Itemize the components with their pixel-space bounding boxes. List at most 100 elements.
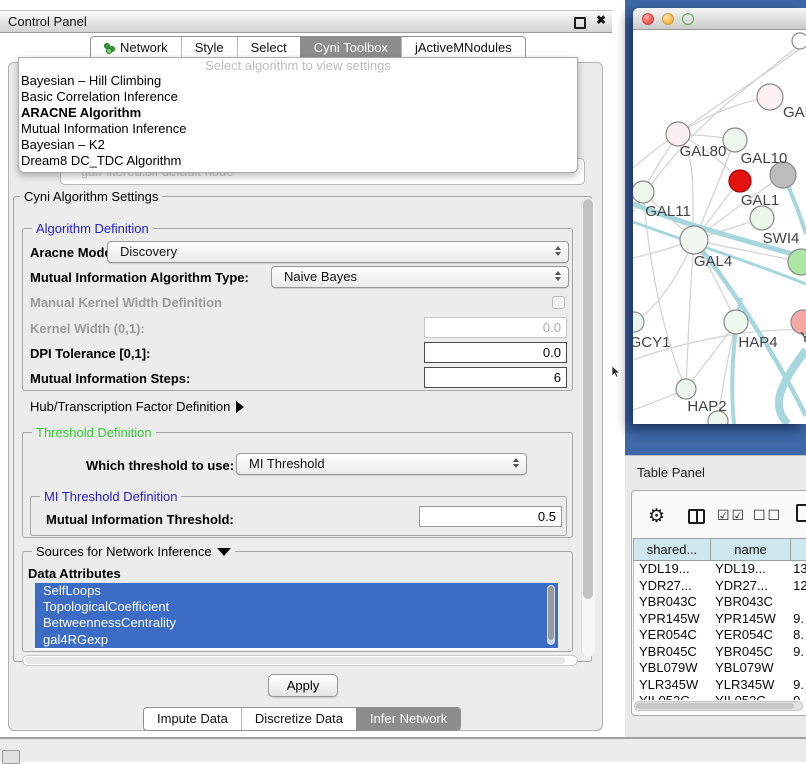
close-icon[interactable]: ✖	[596, 13, 606, 27]
table-row[interactable]: YDR27...YDR27...12	[634, 578, 806, 595]
table-row[interactable]: YPR145WYPR145W9.	[634, 611, 806, 628]
column-header-name[interactable]: name	[711, 539, 791, 560]
node-label-gal1: GAL1	[741, 192, 779, 209]
settings-scrollbar-thumb[interactable]	[583, 199, 593, 599]
table-hscrollbar-thumb[interactable]	[636, 703, 794, 709]
menu-item-mutual-information[interactable]: Mutual Information Inference	[19, 121, 577, 137]
deselect-all-checkboxes-icon[interactable]: ☐☐	[753, 507, 782, 524]
attribute-topologicalcoefficient[interactable]: TopologicalCoefficient	[35, 599, 558, 615]
zoom-traffic-light-icon[interactable]	[682, 13, 694, 25]
tab-jactivemnodules[interactable]: jActiveMNodules	[401, 37, 525, 59]
tab-cyni-toolbox[interactable]: Cyni Toolbox	[300, 37, 401, 59]
select-all-checkboxes-icon[interactable]: ☑☑	[717, 507, 746, 524]
menu-item-dream8[interactable]: Dream8 DC_TDC Algorithm	[19, 153, 577, 169]
tab-network[interactable]: Network	[91, 37, 181, 59]
combo-stepper-icon	[555, 246, 561, 256]
mi-algorithm-type-label: Mutual Information Algorithm Type:	[30, 270, 249, 285]
attributes-scrollbar-thumb[interactable]	[548, 586, 554, 640]
node-label-hap2: HAP2	[687, 398, 726, 415]
split-columns-icon[interactable]	[688, 509, 705, 524]
tab-impute-data[interactable]: Impute Data	[144, 708, 241, 730]
mi-algorithm-type-combo[interactable]: Naive Bayes	[271, 266, 569, 288]
network-window-titlebar[interactable]	[633, 8, 806, 30]
attributes-scrollbar[interactable]	[547, 585, 555, 645]
mouse-cursor-icon	[611, 366, 621, 379]
node-label-gal7-clipped: GAL7	[783, 104, 806, 121]
aracne-mode-combo[interactable]: Discovery	[107, 241, 569, 263]
node-gal11[interactable]	[633, 181, 654, 203]
table-header-row: shared... name	[633, 538, 806, 561]
aracne-mode-value: Discovery	[120, 244, 177, 259]
table-hscrollbar[interactable]	[634, 701, 803, 711]
tab-network-label: Network	[120, 37, 168, 59]
new-table-icon[interactable]	[796, 504, 806, 522]
network-canvas[interactable]: GAL80 GAL10 GAL1 GAL11 SWI4 GAL4 GCY1 HA…	[633, 30, 806, 424]
tab-infer-network[interactable]: Infer Network	[356, 708, 460, 730]
sources-group-title[interactable]: Sources for Network Inference	[32, 544, 235, 559]
gear-icon[interactable]: ⚙	[648, 505, 665, 528]
attribute-betweennesscentrality[interactable]: BetweennessCentrality	[35, 615, 558, 631]
settings-hscrollbar-thumb[interactable]	[25, 657, 565, 664]
close-traffic-light-icon[interactable]	[642, 13, 654, 25]
mi-threshold-definition-title: MI Threshold Definition	[40, 489, 181, 504]
dpi-tolerance-label: DPI Tolerance [0,1]:	[30, 346, 150, 361]
node-gal7[interactable]	[757, 84, 783, 110]
table-row[interactable]: YLR345WYLR345W9.	[634, 677, 806, 694]
node-label-gal80: GAL80	[680, 143, 727, 160]
combo-stepper-icon	[555, 271, 561, 281]
data-attributes-list: SelfLoops TopologicalCoefficient Between…	[35, 583, 558, 650]
which-threshold-label: Which threshold to use:	[86, 458, 234, 473]
dpi-tolerance-field[interactable]: 0.0	[424, 342, 567, 363]
settings-hscrollbar[interactable]	[22, 655, 578, 666]
node-swi4[interactable]	[750, 206, 774, 230]
table-row[interactable]: YBR043CYBR043C	[634, 594, 806, 611]
hub-definition-label: Hub/Transcription Factor Definition	[30, 399, 230, 414]
table-row[interactable]: YDL19...YDL19...13	[634, 561, 806, 578]
column-header-shared[interactable]: shared...	[634, 539, 711, 560]
table-row[interactable]: YIL052CYIL052C9	[634, 693, 806, 700]
settings-scrollbar[interactable]	[581, 198, 595, 657]
table-row[interactable]: YBL079WYBL079W	[634, 660, 806, 677]
mi-steps-label: Mutual Information Steps:	[30, 371, 190, 386]
column-header-clipped[interactable]	[791, 539, 806, 560]
bottom-strip	[0, 739, 806, 762]
node-label-gal4: GAL4	[694, 253, 732, 270]
control-panel-titlebar: Control Panel ✖	[0, 10, 612, 33]
minimize-traffic-light-icon[interactable]	[662, 13, 674, 25]
which-threshold-value: MI Threshold	[249, 456, 325, 471]
menu-item-basic-correlation[interactable]: Basic Correlation Inference	[19, 89, 577, 105]
manual-kernel-checkbox[interactable]	[552, 296, 565, 309]
menu-item-bayesian-hill-climbing[interactable]: Bayesian – Hill Climbing	[19, 73, 577, 89]
control-panel-title: Control Panel	[8, 14, 87, 29]
apply-button[interactable]: Apply	[268, 674, 338, 697]
menu-item-aracne[interactable]: ARACNE Algorithm	[19, 105, 577, 121]
hub-definition-toggle[interactable]: Hub/Transcription Factor Definition	[30, 399, 244, 414]
node-gal4[interactable]	[680, 226, 708, 254]
node-gal1-selected-red[interactable]	[729, 170, 751, 192]
aracne-mode-label: Aracne Mode:	[30, 245, 116, 260]
node-hap2[interactable]	[676, 379, 696, 399]
table-rows: YDL19...YDL19...13 YDR27...YDR27...12 YB…	[633, 561, 806, 700]
which-threshold-combo[interactable]: MI Threshold	[236, 453, 527, 475]
network-view-window[interactable]: GAL80 GAL10 GAL1 GAL11 SWI4 GAL4 GCY1 HA…	[633, 8, 806, 424]
node-label-gcy1: GCY1	[633, 334, 670, 351]
node-hap4[interactable]	[724, 310, 748, 334]
table-row[interactable]: YBR045CYBR045C9.	[634, 644, 806, 661]
mi-steps-field[interactable]: 6	[424, 367, 567, 388]
float-window-icon[interactable]	[574, 17, 586, 29]
attribute-selfloops[interactable]: SelfLoops	[35, 583, 558, 599]
tab-discretize-data[interactable]: Discretize Data	[241, 708, 356, 730]
tab-style[interactable]: Style	[181, 37, 237, 59]
tab-select[interactable]: Select	[237, 37, 300, 59]
node-gcy1[interactable]	[633, 312, 644, 332]
node-gal10[interactable]	[723, 128, 747, 152]
kernel-width-field[interactable]: 0.0	[424, 317, 567, 338]
node-label-hap4: HAP4	[738, 334, 777, 351]
combo-stepper-icon	[513, 458, 519, 468]
mi-threshold-field[interactable]: 0.5	[419, 506, 562, 527]
menu-item-bayesian-k2[interactable]: Bayesian – K2	[19, 137, 577, 153]
node-unnamed-top[interactable]	[792, 33, 806, 49]
table-row[interactable]: YER054CYER054C8.	[634, 627, 806, 644]
node-label-y-clipped: Y	[800, 329, 806, 346]
attribute-gal4rgexp[interactable]: gal4RGexp	[35, 632, 558, 648]
